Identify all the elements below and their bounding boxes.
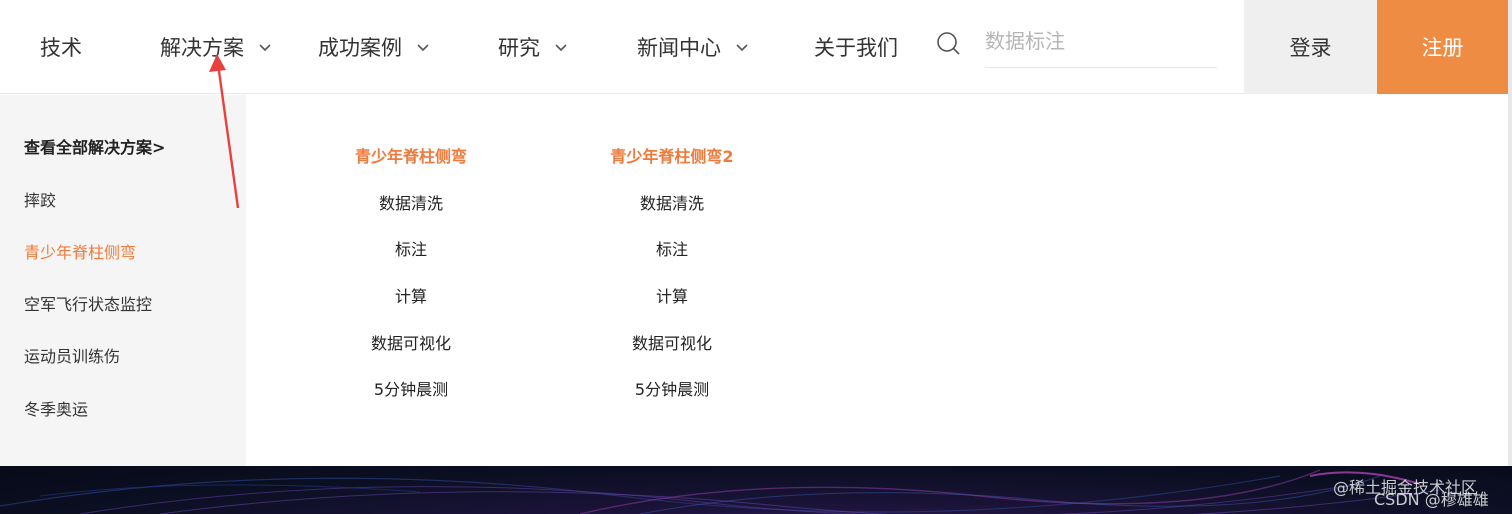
sidebar-item-winter-olympics[interactable]: 冬季奥运 bbox=[24, 396, 88, 420]
nav-item-label: 解决方案 bbox=[160, 36, 244, 60]
column-link[interactable]: 5分钟晨测 bbox=[542, 376, 802, 400]
search-icon[interactable] bbox=[936, 31, 962, 57]
column-link[interactable]: 数据可视化 bbox=[542, 330, 802, 354]
top-navbar: 技术 解决方案 成功案例 研究 新闻中心 关于我们 登录 注册 bbox=[0, 0, 1512, 94]
column-title[interactable]: 青少年脊柱侧弯2 bbox=[542, 143, 802, 167]
nav-item-cases[interactable]: 成功案例 bbox=[318, 0, 430, 94]
chevron-down-icon bbox=[554, 40, 568, 54]
nav-item-label: 成功案例 bbox=[318, 36, 402, 60]
sidebar-item-athlete-injury[interactable]: 运动员训练伤 bbox=[24, 343, 120, 367]
chevron-down-icon bbox=[258, 40, 272, 54]
column-title[interactable]: 青少年脊柱侧弯 bbox=[281, 143, 541, 167]
chevron-down-icon bbox=[416, 40, 430, 54]
column-link[interactable]: 数据可视化 bbox=[281, 330, 541, 354]
nav-item-news[interactable]: 新闻中心 bbox=[637, 0, 749, 94]
register-button[interactable]: 注册 bbox=[1377, 0, 1508, 94]
sidebar-item-wrestling[interactable]: 摔跤 bbox=[24, 187, 56, 211]
column-link[interactable]: 计算 bbox=[281, 283, 541, 307]
chevron-down-icon bbox=[735, 40, 749, 54]
login-button[interactable]: 登录 bbox=[1244, 0, 1377, 94]
nav-item-label: 新闻中心 bbox=[637, 36, 721, 60]
column-link[interactable]: 标注 bbox=[542, 236, 802, 260]
column-link[interactable]: 数据清洗 bbox=[281, 190, 541, 214]
column-link[interactable]: 标注 bbox=[281, 236, 541, 260]
hero-banner: @稀土掘金技术社区 CSDN @穆雄雄 bbox=[0, 466, 1512, 514]
dropdown-sidebar: 查看全部解决方案> 摔跤 青少年脊柱侧弯 空军飞行状态监控 运动员训练伤 冬季奥… bbox=[0, 95, 246, 466]
nav-item-research[interactable]: 研究 bbox=[498, 0, 568, 94]
nav-item-about[interactable]: 关于我们 bbox=[814, 0, 898, 94]
column-link[interactable]: 计算 bbox=[542, 283, 802, 307]
scrollbar-edge bbox=[1508, 0, 1512, 466]
nav-item-label: 关于我们 bbox=[814, 36, 898, 60]
solutions-dropdown: 查看全部解决方案> 摔跤 青少年脊柱侧弯 空军飞行状态监控 运动员训练伤 冬季奥… bbox=[0, 95, 1508, 466]
sidebar-item-airforce[interactable]: 空军飞行状态监控 bbox=[24, 291, 152, 315]
search-input[interactable] bbox=[985, 14, 1217, 68]
nav-item-tech[interactable]: 技术 bbox=[40, 0, 82, 94]
column-link[interactable]: 数据清洗 bbox=[542, 190, 802, 214]
view-all-solutions-link[interactable]: 查看全部解决方案> bbox=[24, 134, 165, 158]
watermark-csdn: CSDN @穆雄雄 bbox=[1374, 490, 1489, 509]
nav-item-label: 技术 bbox=[40, 36, 82, 60]
nav-item-label: 研究 bbox=[498, 36, 540, 60]
banner-decoration bbox=[0, 469, 1441, 514]
column-link[interactable]: 5分钟晨测 bbox=[281, 376, 541, 400]
sidebar-item-scoliosis[interactable]: 青少年脊柱侧弯 bbox=[24, 239, 136, 263]
nav-item-solutions[interactable]: 解决方案 bbox=[160, 0, 272, 94]
